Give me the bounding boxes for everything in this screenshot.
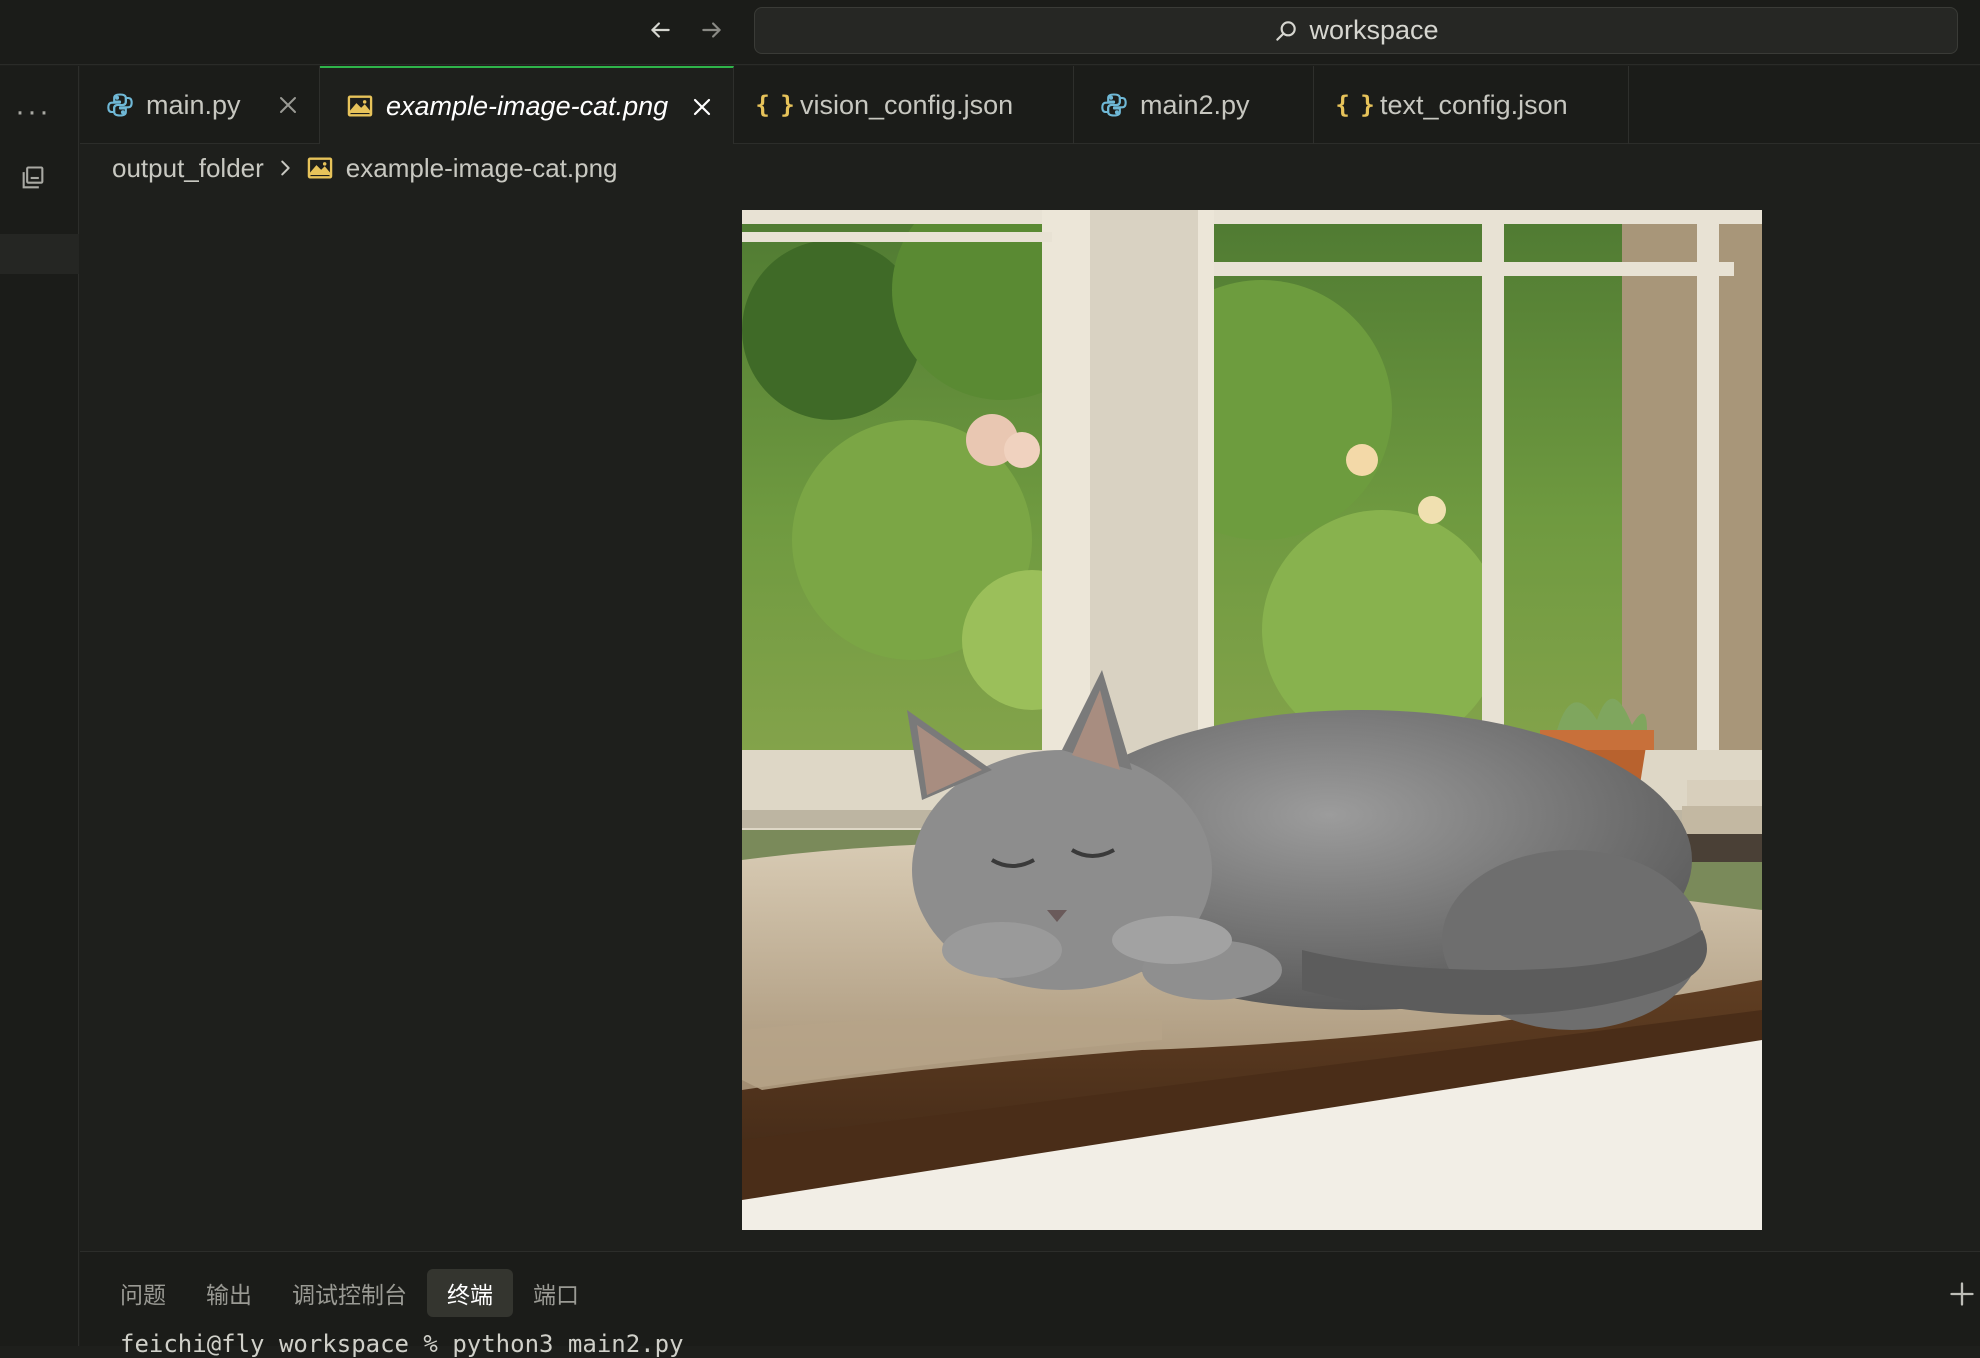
command-center-text: workspace	[1309, 15, 1439, 45]
tab-label: example-image-cat.png	[386, 90, 669, 121]
panel-toggle-icon[interactable]	[0, 152, 66, 204]
breadcrumb: output_folder example-image-cat.png	[112, 146, 618, 190]
chevron-right-icon	[281, 160, 290, 176]
editor-tab-bar: main.py example-image-cat.png { } vision…	[80, 66, 1980, 144]
close-tab-icon[interactable]	[687, 92, 717, 122]
more-actions-icon[interactable]: ···	[0, 86, 66, 138]
panel-tab-terminal[interactable]: 终端	[427, 1269, 513, 1317]
search-icon	[1276, 20, 1297, 41]
terminal-command-line[interactable]: feichi@fly workspace % python3 main2.py	[120, 1330, 684, 1358]
back-arrow-icon[interactable]	[642, 12, 678, 48]
close-tab-icon[interactable]	[273, 90, 303, 120]
panel-tab-list: 问题 输出 调试控制台 终端 端口	[100, 1269, 599, 1317]
panel-tab-problems[interactable]: 问题	[100, 1269, 186, 1317]
image-icon	[307, 157, 333, 179]
tab-label: main2.py	[1140, 89, 1250, 120]
image-icon	[346, 92, 374, 120]
tab-label: main.py	[146, 89, 241, 120]
image-preview	[742, 210, 1762, 1230]
bottom-panel: 问题 输出 调试控制台 终端 端口 feichi@fly workspace %…	[80, 1251, 1980, 1358]
breadcrumb-file[interactable]: example-image-cat.png	[346, 153, 618, 184]
tab-example-image-cat-png[interactable]: example-image-cat.png	[320, 66, 734, 144]
python-icon	[1100, 91, 1128, 119]
tab-label: vision_config.json	[800, 89, 1014, 120]
add-terminal-icon[interactable]	[1944, 1276, 1980, 1312]
cat-photo-image	[742, 210, 1762, 1230]
json-braces-icon: { }	[1335, 91, 1374, 119]
title-bar: workspace	[0, 0, 1980, 65]
panel-tab-debug-console[interactable]: 调试控制台	[272, 1269, 427, 1317]
json-braces-icon: { }	[755, 91, 794, 119]
panel-tab-ports[interactable]: 端口	[513, 1269, 599, 1317]
panel-tab-output[interactable]: 输出	[186, 1269, 272, 1317]
python-icon	[106, 91, 134, 119]
tab-vision-config-json[interactable]: { } vision_config.json	[734, 66, 1074, 144]
tab-main-py[interactable]: main.py	[80, 66, 320, 144]
tab-text-config-json[interactable]: { } text_config.json	[1314, 66, 1629, 144]
command-center-search[interactable]: workspace	[754, 7, 1958, 54]
tab-label: text_config.json	[1380, 89, 1568, 120]
tab-main2-py[interactable]: main2.py	[1074, 66, 1314, 144]
breadcrumb-folder[interactable]: output_folder	[112, 153, 264, 184]
activity-selection-highlight	[0, 234, 79, 274]
activity-bar: ···	[0, 66, 79, 1346]
forward-arrow-icon[interactable]	[694, 12, 730, 48]
